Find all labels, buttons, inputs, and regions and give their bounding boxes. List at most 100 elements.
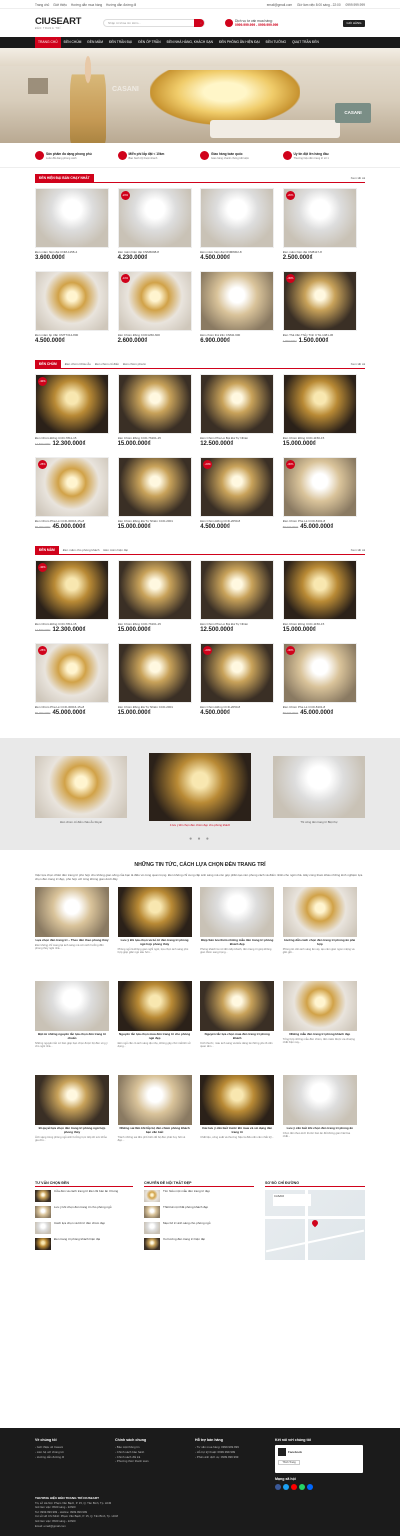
top-link-directions[interactable]: Hướng dẫn đường đi (106, 3, 136, 7)
product-card[interactable]: -10% Đèn Chùm Đồng CCD1260-600 2.600.000₫ (117, 271, 192, 354)
nav-flush-mount[interactable]: ĐÈN ỐP TRẦN (135, 37, 163, 48)
news-image[interactable] (200, 887, 275, 937)
product-card[interactable]: -30% Đèn Thả trần Thủy Tinh CTH-1481-36 1.… (282, 271, 357, 354)
product-name[interactable]: Đèn Chùm Đồng CCD-76161-15 (118, 436, 192, 440)
news-card[interactable]: Điệp Sản lưu thêm những mẫu đèn trang tr… (200, 887, 275, 981)
top-link-guide[interactable]: Hướng dẫn mua hàng (71, 3, 102, 7)
list-item[interactable]: Đèn trang trí phòng khách hiện đại (35, 1237, 133, 1251)
search-button[interactable]: ⌕ (194, 19, 204, 27)
product-image[interactable]: -30% (282, 643, 357, 703)
product-name[interactable]: Đèn Chùm Pha Lê Bọt Đá Tự Nhiên (200, 622, 274, 626)
hero-banner[interactable]: CASANI CASANI (0, 48, 400, 143)
hotline-numbers[interactable]: 0999.999.999 - 0999.999.999 (235, 23, 278, 27)
product-image[interactable]: -30% (282, 457, 357, 517)
product-image[interactable]: -20% (200, 643, 275, 703)
news-card-title[interactable]: Nguyên tắc lựa chọn mua đèn trang trí ph… (200, 1032, 274, 1040)
phone-icon[interactable] (299, 1484, 305, 1490)
product-card[interactable]: -25% Đèn Chùm Pha Lê CCD-30016-15+8 55.000… (35, 643, 109, 726)
news-image[interactable] (282, 1075, 357, 1125)
youtube-icon[interactable] (291, 1484, 297, 1490)
news-image[interactable] (117, 1075, 192, 1125)
product-image[interactable] (117, 374, 192, 434)
product-name[interactable]: Đèn Chùm Đồng CCD-1150-15 (283, 622, 357, 626)
nav-home[interactable]: TRANG CHỦ (35, 37, 61, 48)
news-image[interactable] (35, 887, 109, 937)
product-name[interactable]: Đèn Chùm Đồng CCD-7811-15 (35, 436, 109, 440)
product-card[interactable]: Đèn mâm ốp trần CMT7314-800 4.500.000₫ (35, 271, 109, 354)
section-title[interactable]: ĐÈN MÂM (35, 545, 59, 555)
product-image[interactable]: -30% (35, 560, 109, 620)
product-image[interactable] (117, 457, 192, 517)
news-image[interactable] (282, 981, 357, 1031)
list-item[interactable]: Cửa đèn và cách trang trí Đèn lối bàn ăn… (35, 1189, 133, 1203)
top-link-home[interactable]: Trang chủ (35, 3, 49, 7)
product-name[interactable]: Đèn mâm hiện đại CNM-1158-4 (35, 250, 109, 254)
news-card[interactable]: Lưu ý khi lựa chọn và bố trí đèn trang t… (117, 887, 192, 981)
list-item[interactable]: Xu hướng đèn trang trí hiện đại (144, 1237, 254, 1251)
news-image[interactable] (282, 887, 357, 937)
product-name[interactable]: Đèn Chùm Pha Lê CCD-8101-8 (283, 705, 357, 709)
product-name[interactable]: Đèn mâm hiện đại CNM6098-8 (118, 250, 192, 254)
news-card-title[interactable]: Lựa chọn đèn trang trí – Theo đèn theo p… (35, 938, 109, 943)
product-card[interactable]: -30% Đèn Chùm Pha Lê CCD-8101-8 55.000.000… (282, 643, 357, 726)
news-card-title[interactable]: Các lưu ý cần biết trước khi mua và sử d… (200, 1126, 274, 1134)
news-image[interactable] (35, 1075, 109, 1125)
product-card[interactable]: -25% Đèn Chùm Pha Lê CCD-30016-15+8 55.000… (35, 457, 109, 540)
facebook-name[interactable]: Facebook (288, 1450, 302, 1454)
news-image[interactable] (117, 981, 192, 1031)
nav-chandelier[interactable]: ĐÈN CHÙM (61, 37, 85, 48)
product-card[interactable]: Đèn Chùm Đồng CCD-76161-15 15.000.000₫ (117, 374, 192, 457)
news-card[interactable]: Lựa chọn đèn trang trí – Theo đèn theo p… (35, 887, 109, 981)
showcase-item[interactable]: Thi công đèn trang trí Biệt thự (273, 756, 365, 824)
nav-modern-ceiling[interactable]: ĐÈN TRẦN ĐẠI (106, 37, 135, 48)
product-name[interactable]: Đèn Chùm Đồng CCD-2050-8 (200, 519, 274, 523)
footer-link[interactable]: Phương thức thanh toán (115, 1459, 195, 1464)
news-card-title[interactable]: Điệp Sản lưu thêm những mẫu đèn trang tr… (200, 938, 274, 946)
product-card[interactable]: -30% Đèn Chùm Đồng CCD-7811-15 14.500.000₫… (35, 374, 109, 457)
product-card[interactable]: -20% Đèn mâm hiện đại CM8117-8 2.500.000₫ (282, 188, 357, 271)
product-card[interactable]: -20% Đèn mâm hiện đại CNM6098-8 4.230.000₫ (117, 188, 192, 271)
news-card[interactable]: Lưu ý cần biết khi chọn đèn trang trí ph… (282, 1075, 357, 1169)
product-name[interactable]: Đèn mâm ốp trần CMT7314-800 (35, 333, 109, 337)
news-card-title[interactable]: Lưu ý cần biết khi chọn đèn trang trí ph… (283, 1126, 357, 1131)
product-name[interactable]: Đèn Chùm Pha Lê CCD-8101-8 (283, 519, 357, 523)
product-card[interactable]: Đèn Chùm Đồng Đá Tự Nhiên CCD-2001 15.000… (117, 643, 192, 726)
footer-link[interactable]: Hướng dẫn đường đi (35, 1455, 115, 1460)
product-image[interactable] (282, 374, 357, 434)
news-card[interactable]: Các lưu ý cần biết trước khi mua và sử d… (200, 1075, 275, 1169)
product-image[interactable]: -30% (282, 271, 357, 331)
product-image[interactable] (200, 560, 275, 620)
product-name[interactable]: Đèn Chùm Pha Lê CCD-30016-15+8 (35, 705, 109, 709)
product-name[interactable]: Đèn mâm hiện đại CNM8302-8 (200, 250, 274, 254)
product-image[interactable] (200, 271, 275, 331)
product-name[interactable]: Đèn Chùm Pha Lê Bọt Đá Tự Nhiên (200, 436, 274, 440)
news-image[interactable] (35, 981, 109, 1031)
news-card[interactable]: Nguyên tắc lựa chọn mua đèn trang trí ph… (200, 981, 275, 1075)
product-name[interactable]: Đèn Chùm Đồng CCD-7811-15 (35, 622, 109, 626)
product-card[interactable]: -20% Đèn Chùm Đồng CCD-2050-8 4.500.000₫ (200, 457, 275, 540)
news-card[interactable]: Những sai lầm khi lắp bộ đèn chùm phòng … (117, 1075, 192, 1169)
nav-ceiling-tray[interactable]: ĐÈN MÂM (84, 37, 106, 48)
view-all-link[interactable]: Xem tất cả (351, 362, 365, 366)
showcase-item[interactable]: 4 lưu ý khi chọn đèn chùm đẹp cho phòng … (149, 753, 251, 827)
product-name[interactable]: Đèn Chùm Đồng Đá Tự Nhiên CCD-2001 (118, 705, 192, 709)
product-image[interactable]: -25% (35, 643, 109, 703)
slider-dots[interactable]: ● ● ● (0, 836, 400, 842)
product-image[interactable] (282, 560, 357, 620)
product-name[interactable]: Đèn mâm hiện đại CM8117-8 (283, 250, 357, 254)
product-name[interactable]: Đèn Chùm Pha Lê CCD-30016-15+8 (35, 519, 109, 523)
view-all-link[interactable]: Xem tất cả (351, 176, 365, 180)
news-card-title[interactable]: Hướng dẫn cách chọn đèn trang trí phòng … (283, 938, 357, 946)
product-name[interactable]: Đèn Chùm Đồng CCD-1150-15 (283, 436, 357, 440)
list-item[interactable]: Mẹo bố trí ánh sáng cho phòng ngủ (144, 1221, 254, 1235)
product-name[interactable]: Đèn Chùm Đồng CCD-76161-15 (118, 622, 192, 626)
nav-ceiling-fan[interactable]: QUẠT TRẦN ĐÈN (289, 37, 322, 48)
nav-wall[interactable]: ĐÈN TƯỜNG (263, 37, 289, 48)
section-subcategory[interactable]: Đèn chùm Châu Âu (65, 362, 91, 366)
store-map[interactable]: CASANI (265, 1190, 365, 1260)
top-link-about[interactable]: Giới thiệu (53, 3, 67, 7)
news-card[interactable]: Nguyên tắc lựa chọn mua đèn trang trí ch… (117, 981, 192, 1075)
view-all-link[interactable]: Xem tất cả (351, 548, 365, 552)
product-image[interactable]: -20% (200, 457, 275, 517)
product-image[interactable] (117, 560, 192, 620)
